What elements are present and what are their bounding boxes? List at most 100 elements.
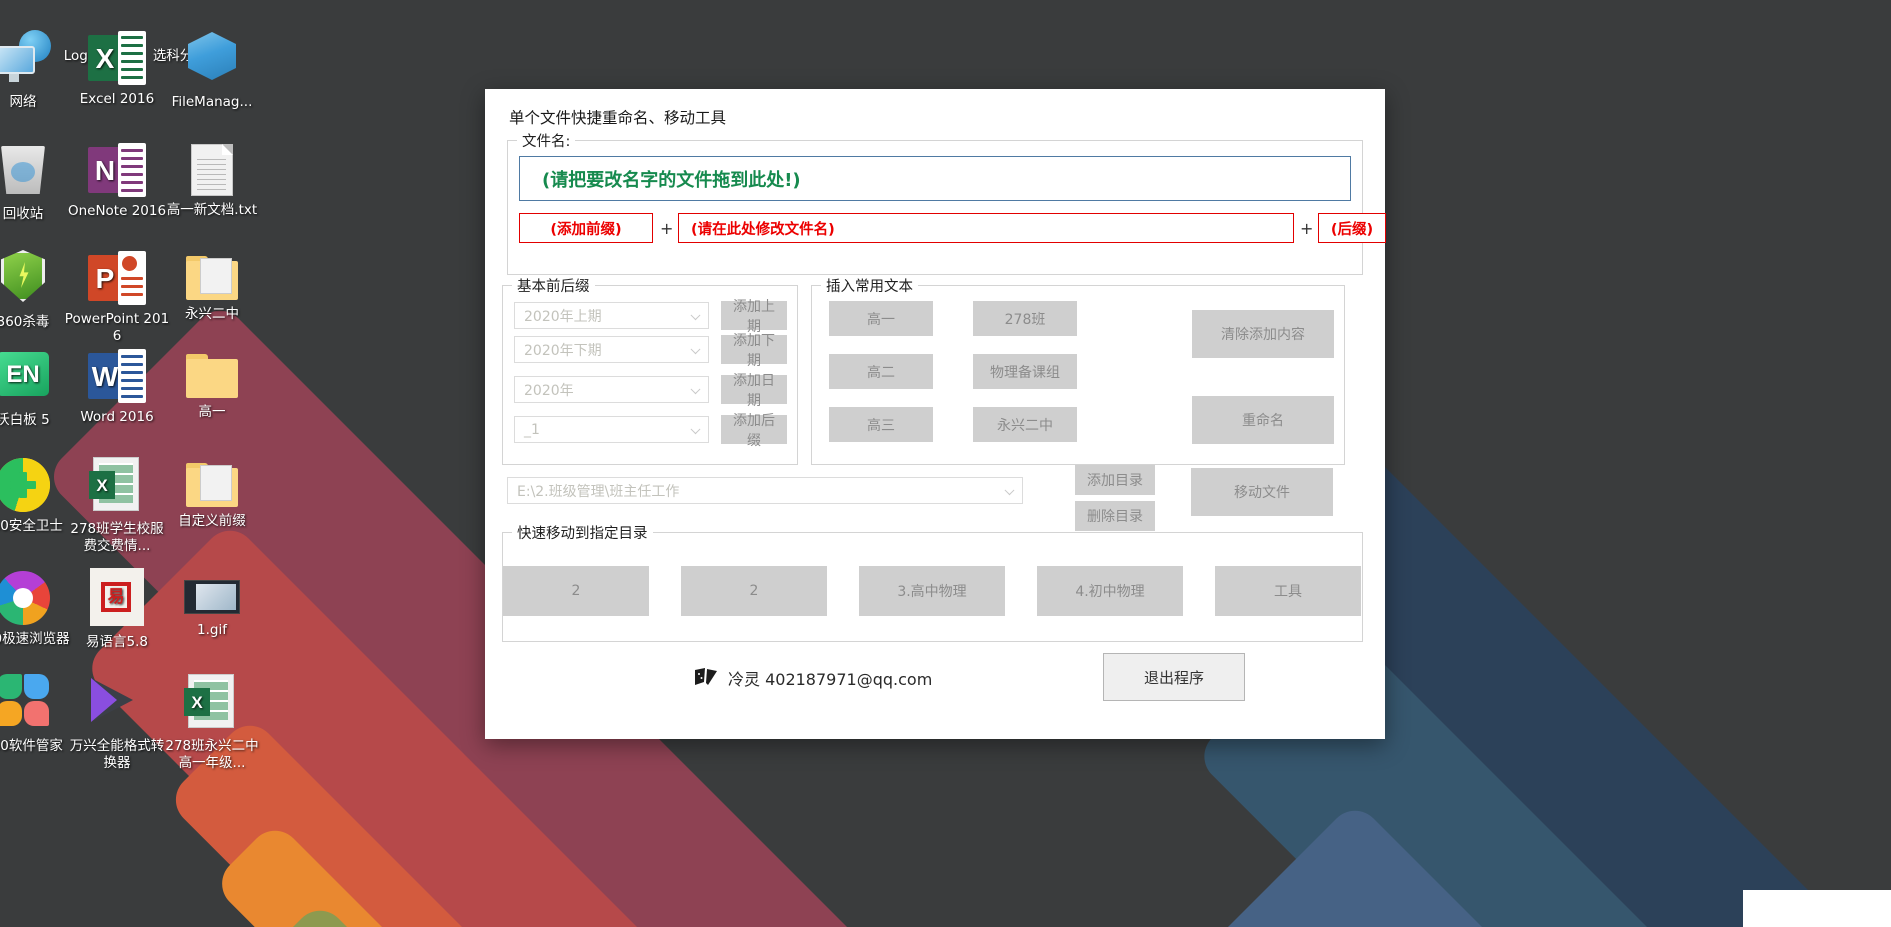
prefix-input[interactable]: (添加前缀): [519, 213, 653, 243]
add-upper-term-button[interactable]: 添加上期: [721, 299, 787, 335]
author-mark-icon: [695, 668, 718, 688]
delete-directory-button[interactable]: 删除目录: [1075, 501, 1155, 531]
desktop-icon-yongxing-ezhong[interactable]: 永兴二中: [159, 248, 265, 323]
term-upper-combo-value: 2020年上期: [524, 308, 602, 325]
clear-added-content-button[interactable]: 清除添加内容: [1192, 310, 1334, 358]
target-directory-combo[interactable]: E:\2.班级管理\班主任工作: [507, 477, 1023, 504]
cube-icon: [182, 28, 242, 88]
desktop-icon-label: 高一新文档.txt: [166, 202, 258, 218]
gif-thumbnail-icon: [182, 578, 242, 616]
desktop-icon-label: 易语言5.8: [86, 634, 148, 650]
desktop-icon-gaoyi-txt[interactable]: 高一新文档.txt: [159, 140, 265, 219]
desktop-icon-eyuyan-5-8[interactable]: 易 易语言5.8: [64, 568, 170, 651]
insert-class278-button[interactable]: 278班: [973, 301, 1077, 336]
term-lower-combo[interactable]: 2020年下期: [514, 336, 709, 363]
folder-icon: [186, 354, 238, 398]
author-credit: 冷灵 402187971@qq.com: [695, 666, 932, 690]
desktop-icon-label: 278班学生校服费交费情...: [70, 521, 164, 554]
add-suffix-button[interactable]: 添加后缀: [721, 413, 787, 449]
chevron-down-icon: [690, 383, 701, 394]
shield-icon: [0, 248, 53, 308]
excel-icon: X: [88, 31, 146, 85]
desktop-icon-label: Excel 2016: [79, 91, 155, 107]
insert-gaoer-button[interactable]: 高二: [829, 354, 933, 389]
chevron-down-icon: [690, 343, 701, 354]
add-directory-button[interactable]: 添加目录: [1075, 465, 1155, 495]
petals-icon: [0, 672, 53, 732]
suffix-combo-value: _1: [524, 421, 540, 438]
insert-text-group: 插入常用文本 高一 高二 高三 278班 物理备课组 永兴二中 清除添加内容 重…: [811, 275, 1345, 465]
quick-move-button-3[interactable]: 3.高中物理: [859, 566, 1005, 616]
insert-text-group-legend: 插入常用文本: [821, 275, 918, 296]
quick-move-button-5[interactable]: 工具: [1215, 566, 1361, 616]
desktop-icon-label: 自定义前缀: [178, 513, 246, 529]
quick-move-button-4[interactable]: 4.初中物理: [1037, 566, 1183, 616]
taskbar-panel: [1743, 890, 1891, 927]
desktop-icon-excel-2016[interactable]: X Excel 2016: [64, 28, 170, 108]
desktop-icon-filemanager[interactable]: FileManag...: [159, 28, 265, 111]
file-dropzone[interactable]: (请把要改名字的文件拖到此处!): [519, 156, 1351, 201]
suffix-input-value: (后缀): [1330, 221, 1374, 238]
suffix-combo[interactable]: _1: [514, 416, 709, 443]
insert-gaoyi-button[interactable]: 高一: [829, 301, 933, 336]
browser-icon: [0, 571, 50, 625]
desktop-icon-gaoyi-folder[interactable]: 高一: [159, 346, 265, 421]
chevron-down-icon: [1004, 484, 1015, 495]
add-date-button[interactable]: 添加日期: [721, 373, 787, 409]
desktop-icon-278-class-gaoyi-xlsx[interactable]: X 278班永兴二中高一年级...: [159, 672, 265, 772]
dropzone-hint: (请把要改名字的文件拖到此处!): [542, 169, 801, 191]
recycle-bin-icon: [0, 140, 53, 200]
quick-move-group-legend: 快速移动到指定目录: [512, 522, 653, 543]
excel-file-icon: X: [87, 455, 147, 515]
desktop-icon-wondershare-converter[interactable]: 万兴全能格式转换器: [64, 672, 170, 772]
plus-sign-right: +: [1300, 218, 1314, 238]
folder-icon: [186, 256, 238, 300]
insert-school-button[interactable]: 永兴二中: [973, 407, 1077, 442]
move-file-button[interactable]: 移动文件: [1191, 468, 1333, 516]
target-directory-value: E:\2.班级管理\班主任工作: [517, 483, 680, 500]
desktop-icon-label: OneNote 2016: [67, 203, 167, 219]
folder-icon: [186, 463, 238, 507]
quick-move-button-1[interactable]: 2: [503, 566, 649, 616]
quick-move-button-2[interactable]: 2: [681, 566, 827, 616]
onenote-icon: N: [88, 143, 146, 197]
insert-physics-group-button[interactable]: 物理备课组: [973, 354, 1077, 389]
exit-program-button[interactable]: 退出程序: [1103, 653, 1245, 701]
quick-move-group: 快速移动到指定目录 2 2 3.高中物理 4.初中物理 工具: [502, 522, 1363, 642]
filename-group: 文件名: (请把要改名字的文件拖到此处!) (添加前缀) + (请在此处修改文件…: [507, 130, 1386, 275]
desktop-icon-custom-prefix[interactable]: 自定义前缀: [159, 455, 265, 530]
desktop-icon-onenote-2016[interactable]: N OneNote 2016: [64, 140, 170, 220]
en-app-icon: EN: [0, 346, 53, 406]
desktop-icon-1-gif[interactable]: 1.gif: [159, 578, 265, 639]
term-upper-combo[interactable]: 2020年上期: [514, 302, 709, 329]
eyuyan-icon: 易: [87, 568, 147, 628]
play-icon: [87, 672, 147, 732]
suffix-input[interactable]: (后缀): [1318, 213, 1386, 243]
year-combo[interactable]: 2020年: [514, 376, 709, 403]
desktop-icon-powerpoint-2016[interactable]: P PowerPoint 2016: [64, 248, 170, 345]
desktop-icon-label: 永兴二中: [185, 306, 239, 322]
network-icon: [0, 28, 53, 88]
rename-move-tool-window: 单个文件快捷重命名、移动工具 文件名: (请把要改名字的文件拖到此处!) (添加…: [485, 89, 1386, 739]
desktop-icon-word-2016[interactable]: W Word 2016: [64, 346, 170, 426]
add-lower-term-button[interactable]: 添加下期: [721, 333, 787, 369]
desktop-icon-grid: Logo Re... 选科分班调... 网络 X Excel 2016 File…: [0, 0, 270, 927]
desktop-icon-label: 万兴全能格式转换器: [69, 738, 165, 771]
word-icon: W: [88, 349, 146, 403]
powerpoint-icon: P: [88, 251, 146, 305]
chevron-down-icon: [690, 309, 701, 320]
desktop-icon-278-class-fee-xlsx[interactable]: X 278班学生校服费交费情...: [64, 455, 170, 555]
desktop-icon-label: PowerPoint 2016: [64, 311, 170, 344]
term-lower-combo-value: 2020年下期: [524, 342, 602, 359]
rename-button[interactable]: 重命名: [1192, 396, 1334, 444]
desktop-icon-label: FileManag...: [171, 94, 253, 110]
desktop-icon-label: 1.gif: [197, 622, 227, 638]
excel-file-icon: X: [182, 672, 242, 732]
text-file-icon: [191, 144, 233, 196]
insert-gaosan-button[interactable]: 高三: [829, 407, 933, 442]
chevron-down-icon: [690, 423, 701, 434]
prefix-input-value: (添加前缀): [550, 221, 622, 238]
filename-input[interactable]: (请在此处修改文件名): [678, 213, 1294, 243]
basic-affix-group: 基本前后缀 2020年上期 添加上期 2020年下期 添加下期 2020年 添加…: [502, 275, 798, 465]
year-combo-value: 2020年: [524, 382, 574, 399]
